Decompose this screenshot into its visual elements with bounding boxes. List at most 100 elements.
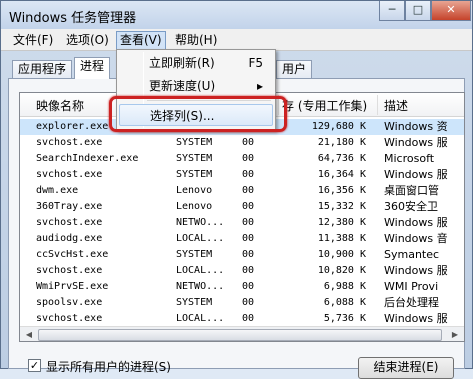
cell-cpu: 00 (242, 153, 255, 164)
cell-description: Windows 音 (384, 232, 448, 245)
cell-user: SYSTEM (176, 153, 213, 164)
column-divider[interactable] (377, 95, 378, 115)
tab-processes[interactable]: 进程 (74, 57, 111, 79)
cell-name: svchost.exe (36, 265, 103, 276)
scroll-thumb[interactable] (38, 329, 442, 341)
cell-cpu: 00 (242, 201, 255, 212)
cell-memory: 6,088 K (323, 297, 366, 308)
cell-name: spoolsv.exe (36, 297, 103, 308)
cell-user: NETWO... (176, 281, 225, 292)
cell-description: Windows 服 (384, 312, 448, 325)
cell-description: Windows 资 (384, 120, 448, 133)
cell-description: Symantec (384, 248, 440, 261)
cell-name: svchost.exe (36, 217, 103, 228)
horizontal-scrollbar[interactable]: ◀ ▶ (20, 326, 464, 341)
cell-name: audiodg.exe (36, 233, 103, 244)
menu-bar: 文件(F) 选项(O) 查看(V) 帮助(H) (1, 29, 472, 51)
cell-description: 后台处理程 (384, 296, 439, 309)
cell-memory: 16,364 K (317, 169, 366, 180)
cell-user: LOCAL... (176, 265, 225, 276)
cell-memory: 6,988 K (323, 281, 366, 292)
cell-user: SYSTEM (176, 297, 213, 308)
menu-item-refresh-now[interactable]: 立即刷新(R) F5 (119, 52, 273, 74)
cell-memory: 5,736 K (323, 313, 366, 324)
cell-description: Windows 服 (384, 136, 448, 149)
cell-cpu: 00 (242, 137, 255, 148)
table-row[interactable]: 360Tray.exe Lenovo 00 15,332 K 360安全卫 (20, 199, 464, 215)
table-row[interactable]: SearchIndexer.exe SYSTEM 00 64,736 K Microso… (20, 151, 464, 167)
table-row[interactable]: dwm.exe Lenovo 00 16,356 K 桌面窗口管 (20, 183, 464, 199)
table-row[interactable]: WmiPrvSE.exe NETWO... 00 6,988 K WMI Provi (20, 279, 464, 295)
cell-user: Lenovo (176, 185, 213, 196)
cell-name: svchost.exe (36, 169, 103, 180)
cell-cpu: 00 (242, 281, 255, 292)
table-row[interactable]: svchost.exe SYSTEM 00 16,364 K Windows 服 (20, 167, 464, 183)
title-bar[interactable]: Windows 任务管理器 ─ □ ✕ (1, 1, 472, 29)
cell-description: Microsoft (384, 152, 435, 165)
menu-item-label: 更新速度(U) (149, 79, 216, 93)
menu-help[interactable]: 帮助(H) (172, 32, 220, 49)
cell-memory: 12,380 K (317, 217, 366, 228)
scroll-left-arrow-icon[interactable]: ◀ (22, 329, 36, 341)
minimize-button[interactable]: ─ (379, 1, 405, 21)
menu-options[interactable]: 选项(O) (63, 32, 112, 49)
table-row[interactable]: svchost.exe SYSTEM 00 21,180 K Windows 服 (20, 135, 464, 151)
column-header-image-name[interactable]: 映像名称 (36, 97, 84, 114)
cell-memory: 21,180 K (317, 137, 366, 148)
column-header-memory[interactable]: 存 (专用工作集) (282, 97, 367, 114)
cell-memory: 15,332 K (317, 201, 366, 212)
cell-cpu: 00 (242, 217, 255, 228)
table-row[interactable]: svchost.exe NETWO... 00 12,380 K Windows 服 (20, 215, 464, 231)
table-row[interactable]: svchost.exe LOCAL... 00 5,736 K Windows 服 (20, 311, 464, 327)
cell-user: SYSTEM (176, 137, 213, 148)
close-button[interactable]: ✕ (431, 1, 471, 21)
cell-memory: 16,356 K (317, 185, 366, 196)
tab-applications[interactable]: 应用程序 (12, 60, 73, 79)
cell-user: SYSTEM (176, 249, 213, 260)
cell-description: Windows 服 (384, 264, 448, 277)
cell-cpu: 00 (242, 297, 255, 308)
cell-cpu: 00 (242, 169, 255, 180)
cell-description: 桌面窗口管 (384, 184, 439, 197)
menu-file[interactable]: 文件(F) (10, 32, 56, 49)
cell-user: Lenovo (176, 201, 213, 212)
cell-description: Windows 服 (384, 216, 448, 229)
end-process-button[interactable]: 结束进程(E) (358, 357, 454, 379)
shortcut-label: F5 (248, 56, 263, 70)
cell-memory: 129,680 K (311, 121, 366, 132)
cell-cpu: 00 (242, 313, 255, 324)
cell-cpu: 00 (242, 249, 255, 260)
table-row[interactable]: spoolsv.exe SYSTEM 00 6,088 K 后台处理程 (20, 295, 464, 311)
window-title: Windows 任务管理器 (9, 11, 137, 26)
cell-cpu: 00 (242, 265, 255, 276)
highlight-annotation (109, 96, 287, 132)
cell-name: SearchIndexer.exe (36, 153, 139, 164)
cell-name: ccSvcHst.exe (36, 249, 109, 260)
cell-cpu: 00 (242, 233, 255, 244)
menu-item-label: 立即刷新(R) (149, 56, 215, 70)
cell-user: LOCAL... (176, 313, 225, 324)
cell-name: dwm.exe (36, 185, 79, 196)
maximize-button[interactable]: □ (405, 1, 431, 21)
cell-user: SYSTEM (176, 169, 213, 180)
cell-cpu: 00 (242, 185, 255, 196)
cell-memory: 10,900 K (317, 249, 366, 260)
menu-view[interactable]: 查看(V) (116, 31, 166, 50)
cell-description: WMI Provi (384, 280, 439, 293)
table-row[interactable]: ccSvcHst.exe SYSTEM 00 10,900 K Symantec (20, 247, 464, 263)
cell-user: NETWO... (176, 217, 225, 228)
cell-description: 360安全卫 (384, 200, 438, 213)
cell-user: LOCAL... (176, 233, 225, 244)
submenu-arrow-icon: ▸ (256, 79, 263, 93)
show-all-processes-checkbox[interactable]: ✓ (28, 359, 41, 372)
scroll-right-arrow-icon[interactable]: ▶ (448, 329, 462, 341)
table-row[interactable]: svchost.exe LOCAL... 00 10,820 K Windows 服 (20, 263, 464, 279)
tab-users[interactable]: 用户 (276, 60, 313, 79)
cell-name: 360Tray.exe (36, 201, 103, 212)
show-all-processes-label[interactable]: 显示所有用户的进程(S) (46, 358, 171, 375)
table-row[interactable]: audiodg.exe LOCAL... 00 11,388 K Windows 音 (20, 231, 464, 247)
cell-description: Windows 服 (384, 168, 448, 181)
cell-name: WmiPrvSE.exe (36, 281, 109, 292)
column-header-description[interactable]: 描述 (384, 97, 408, 114)
menu-item-update-speed[interactable]: 更新速度(U) ▸ (119, 75, 273, 97)
